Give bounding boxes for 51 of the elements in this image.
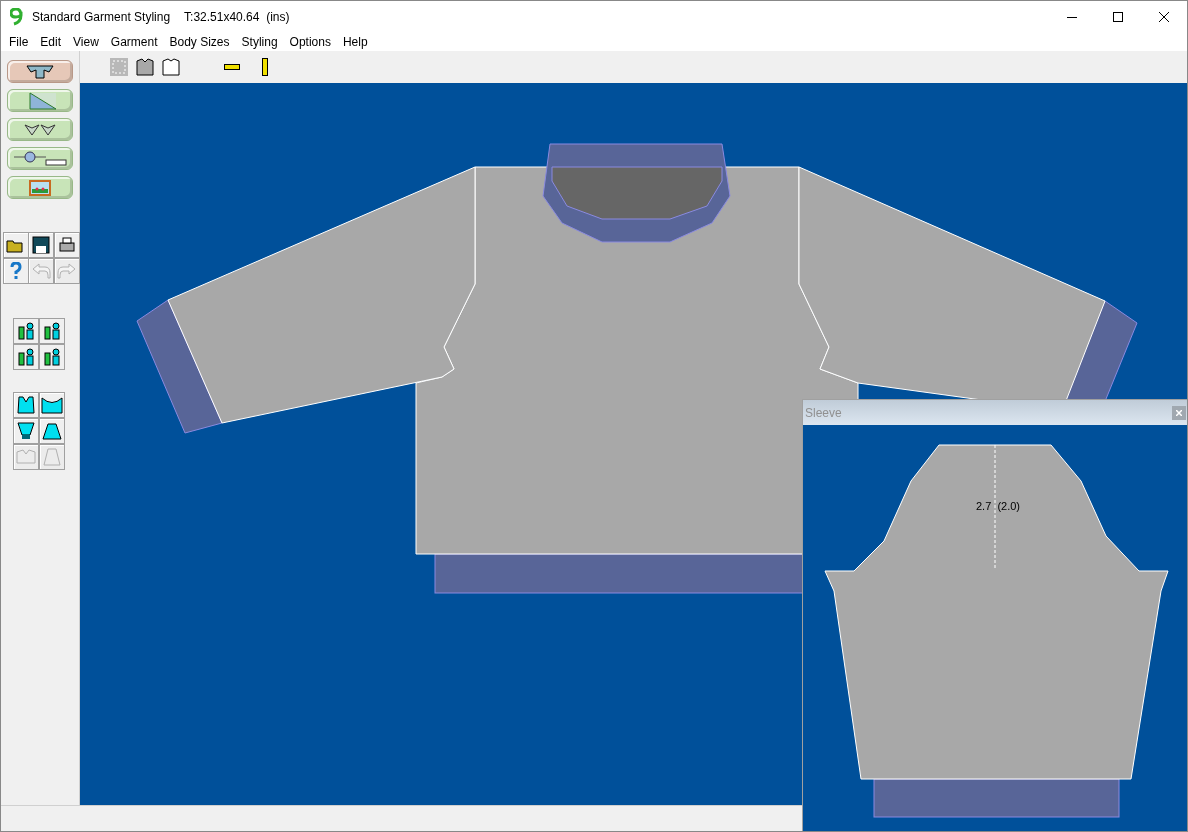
sweater-front-icon[interactable] — [136, 58, 154, 76]
menu-item[interactable]: Body Sizes — [163, 33, 236, 51]
app-logo-icon — [10, 8, 24, 26]
skirt-outline-icon — [42, 447, 62, 467]
toolbar-button[interactable] — [13, 418, 39, 444]
toolbar-button[interactable] — [53, 232, 80, 258]
body-sizes-icon[interactable] — [13, 344, 39, 370]
mode-button[interactable] — [7, 176, 73, 199]
mode-button[interactable] — [7, 118, 73, 141]
menu-item[interactable]: Edit — [34, 33, 68, 51]
body-sizes-icon[interactable] — [39, 318, 65, 344]
maximize-icon — [1113, 12, 1123, 22]
close-icon — [1159, 12, 1169, 22]
body-back-icon — [41, 395, 63, 415]
menu-item[interactable]: View — [67, 33, 105, 51]
mode-button[interactable] — [7, 89, 73, 112]
toolbar-button[interactable] — [3, 232, 29, 258]
menu-item[interactable]: Garment — [104, 33, 164, 51]
toolbar-button[interactable] — [28, 232, 55, 258]
sweater-icon — [25, 63, 55, 80]
undo-arrow-icon — [31, 262, 52, 280]
sweater-back-icon[interactable] — [162, 58, 180, 76]
vest-icon — [16, 395, 36, 415]
garment-size-text: T:32.51x40.64 (ins) — [184, 9, 290, 26]
body-sizes-icon[interactable] — [39, 344, 65, 370]
horizontal-ruler-icon[interactable] — [224, 64, 240, 70]
redo-arrow-icon — [56, 262, 77, 280]
menu-item[interactable]: Options — [283, 33, 337, 51]
question-mark-icon — [10, 262, 22, 280]
toolbar-button[interactable] — [39, 418, 65, 444]
toolbar-button[interactable] — [39, 392, 65, 418]
window-title: Standard Garment Styling — [32, 9, 171, 26]
knitting-machine-icon — [12, 150, 68, 167]
sleeve-window-title: Sleeve — [805, 404, 842, 422]
menu-item[interactable]: Styling — [235, 33, 284, 51]
framed-picture-icon — [29, 179, 51, 196]
toolbar-button[interactable] — [13, 392, 39, 418]
vertical-ruler-icon[interactable] — [262, 58, 268, 76]
close-icon — [1176, 409, 1182, 416]
sleeve-measurement: 2.7 (2.0) — [976, 501, 1021, 512]
printer-icon — [57, 236, 76, 254]
minimize-icon — [1067, 16, 1077, 18]
pattern-pieces-icon — [23, 122, 57, 137]
menu-item[interactable]: File — [3, 33, 35, 51]
dome-shape-icon — [42, 421, 62, 441]
mode-button[interactable] — [7, 60, 73, 83]
collar-outline-icon — [15, 448, 37, 466]
body-sizes-icon[interactable] — [13, 318, 39, 344]
menu-item[interactable]: Help — [336, 33, 374, 51]
mode-button[interactable] — [7, 147, 73, 170]
cup-shape-icon — [17, 421, 35, 441]
